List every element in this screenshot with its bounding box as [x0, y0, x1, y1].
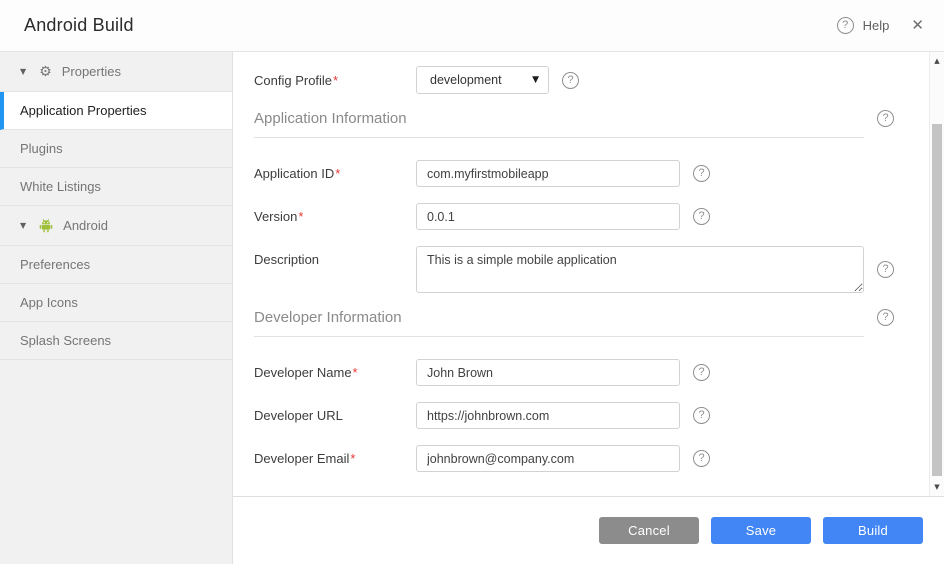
- sidebar-item-application-properties[interactable]: Application Properties: [0, 92, 232, 130]
- section-title: Developer Information: [254, 309, 402, 326]
- sidebar-item-label: Application Properties: [20, 103, 146, 118]
- footer-actions: Cancel Save Build: [233, 497, 944, 564]
- android-build-dialog: Android Build ? Help ✕ ▼ ⚙ Properties Ap…: [0, 0, 944, 564]
- help-button[interactable]: ? Help: [837, 17, 890, 34]
- scroll-up-icon[interactable]: ▲: [930, 57, 944, 65]
- description-textarea[interactable]: This is a simple mobile application: [416, 246, 864, 293]
- sidebar-group-properties[interactable]: ▼ ⚙ Properties: [0, 52, 232, 92]
- scrollbar[interactable]: ▲ ▼: [929, 52, 944, 496]
- dialog-title: Android Build: [24, 15, 134, 36]
- sidebar-item-label: Properties: [62, 64, 121, 79]
- developer-url-help-icon[interactable]: ?: [693, 407, 710, 424]
- developer-name-help-icon[interactable]: ?: [693, 364, 710, 381]
- scrollbar-thumb[interactable]: [932, 124, 942, 476]
- chevron-down-icon: ▼: [20, 221, 26, 230]
- sidebar-item-label: Android: [63, 218, 108, 233]
- sidebar-item-label: Splash Screens: [20, 333, 111, 348]
- required-asterisk: *: [333, 73, 338, 88]
- dialog-body: ▼ ⚙ Properties Application Properties Pl…: [0, 52, 944, 564]
- application-id-help-icon[interactable]: ?: [693, 165, 710, 182]
- android-icon: [39, 218, 53, 233]
- developer-email-row: Developer Email* ?: [254, 445, 894, 472]
- required-asterisk: *: [353, 365, 358, 380]
- developer-url-label: Developer URL: [254, 408, 416, 423]
- version-label: Version*: [254, 209, 416, 224]
- cancel-button[interactable]: Cancel: [599, 517, 699, 544]
- developer-email-input[interactable]: [416, 445, 680, 472]
- build-button[interactable]: Build: [823, 517, 923, 544]
- developer-email-help-icon[interactable]: ?: [693, 450, 710, 467]
- description-row: Description This is a simple mobile appl…: [254, 246, 894, 293]
- developer-information-section-header: Developer Information ?: [254, 309, 894, 337]
- required-asterisk: *: [335, 166, 340, 181]
- description-label: Description: [254, 252, 416, 267]
- sidebar: ▼ ⚙ Properties Application Properties Pl…: [0, 52, 233, 564]
- application-id-input[interactable]: [416, 160, 680, 187]
- version-input[interactable]: [416, 203, 680, 230]
- config-profile-label: Config Profile*: [254, 73, 416, 88]
- sidebar-item-label: Plugins: [20, 141, 63, 156]
- required-asterisk: *: [298, 209, 303, 224]
- developer-email-label: Developer Email*: [254, 451, 416, 466]
- developer-url-row: Developer URL ?: [254, 402, 894, 429]
- sidebar-group-android[interactable]: ▼: [0, 206, 232, 246]
- select-value: development: [430, 73, 502, 87]
- header-actions: ? Help ✕: [837, 17, 924, 34]
- chevron-down-icon: ▼: [532, 75, 539, 85]
- close-icon[interactable]: ✕: [911, 18, 924, 33]
- application-id-label: Application ID*: [254, 166, 416, 181]
- save-button[interactable]: Save: [711, 517, 811, 544]
- sidebar-item-white-listings[interactable]: White Listings: [0, 168, 232, 206]
- chevron-down-icon: ▼: [20, 67, 26, 76]
- sidebar-item-plugins[interactable]: Plugins: [0, 130, 232, 168]
- gear-icon: ⚙: [39, 65, 52, 79]
- sidebar-item-label: White Listings: [20, 179, 101, 194]
- config-profile-select[interactable]: development ▼: [416, 66, 549, 94]
- description-help-icon[interactable]: ?: [877, 261, 894, 278]
- application-information-section-header: Application Information ?: [254, 110, 894, 138]
- developer-name-row: Developer Name* ?: [254, 359, 894, 386]
- sidebar-item-splash-screens[interactable]: Splash Screens: [0, 322, 232, 360]
- form-scroll-area: Config Profile* development ▼ ? Applicat…: [233, 52, 944, 497]
- help-label: Help: [863, 18, 890, 33]
- developer-name-label: Developer Name*: [254, 365, 416, 380]
- sidebar-item-app-icons[interactable]: App Icons: [0, 284, 232, 322]
- required-asterisk: *: [350, 451, 355, 466]
- developer-url-input[interactable]: [416, 402, 680, 429]
- application-information-help-icon[interactable]: ?: [877, 110, 894, 127]
- version-help-icon[interactable]: ?: [693, 208, 710, 225]
- sidebar-item-label: Preferences: [20, 257, 90, 272]
- developer-information-help-icon[interactable]: ?: [877, 309, 894, 326]
- sidebar-item-preferences[interactable]: Preferences: [0, 246, 232, 284]
- config-profile-help-icon[interactable]: ?: [562, 72, 579, 89]
- version-row: Version* ?: [254, 203, 894, 230]
- section-title: Application Information: [254, 110, 407, 127]
- application-id-row: Application ID* ?: [254, 160, 894, 187]
- dialog-header: Android Build ? Help ✕: [0, 0, 944, 52]
- sidebar-item-label: App Icons: [20, 295, 78, 310]
- config-profile-row: Config Profile* development ▼ ?: [254, 66, 894, 94]
- developer-name-input[interactable]: [416, 359, 680, 386]
- main-panel: Config Profile* development ▼ ? Applicat…: [233, 52, 944, 564]
- scroll-down-icon[interactable]: ▼: [930, 483, 944, 491]
- application-properties-form: Config Profile* development ▼ ? Applicat…: [233, 52, 944, 472]
- help-icon: ?: [837, 17, 854, 34]
